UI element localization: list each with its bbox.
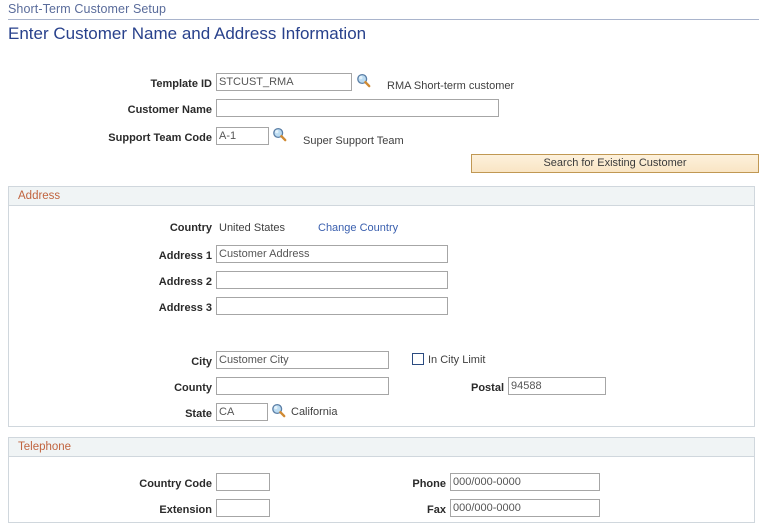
city-input[interactable]: [216, 351, 389, 369]
address2-label: Address 2: [158, 276, 212, 288]
page-title: Enter Customer Name and Address Informat…: [8, 24, 367, 43]
county-label: County: [174, 382, 212, 394]
template-id-label: Template ID: [150, 78, 212, 90]
postal-label: Postal: [470, 382, 504, 394]
phone-label: Phone: [412, 478, 446, 490]
phone-input[interactable]: [450, 473, 600, 491]
postal-input[interactable]: [508, 377, 606, 395]
template-id-description: RMA Short-term customer: [387, 80, 515, 92]
in-city-limit-checkbox[interactable]: [412, 353, 424, 365]
city-label: City: [191, 356, 212, 368]
support-team-code-lookup-icon[interactable]: [272, 127, 287, 142]
country-label: Country: [169, 222, 212, 234]
state-lookup-icon[interactable]: [271, 403, 286, 418]
customer-name-label: Customer Name: [127, 104, 212, 116]
country-code-label: Country Code: [139, 478, 212, 490]
address3-input[interactable]: [216, 297, 448, 315]
state-input[interactable]: [216, 403, 268, 421]
address-section-title: Address: [18, 190, 61, 202]
fax-label: Fax: [427, 504, 446, 516]
customer-name-input[interactable]: [216, 99, 499, 117]
in-city-limit-label: In City Limit: [428, 354, 486, 366]
country-code-input[interactable]: [216, 473, 270, 491]
change-country-link[interactable]: Change Country: [318, 221, 398, 235]
telephone-section-title: Telephone: [18, 441, 72, 453]
state-description: California: [291, 406, 338, 418]
address1-label: Address 1: [158, 250, 212, 262]
address2-input[interactable]: [216, 271, 448, 289]
telephone-panel-header: [9, 438, 754, 457]
support-team-code-description: Super Support Team: [303, 135, 404, 147]
support-team-code-input[interactable]: [216, 127, 269, 145]
address1-input[interactable]: [216, 245, 448, 263]
state-label: State: [185, 408, 212, 420]
country-value: United States: [219, 222, 286, 234]
search-for-existing-customer-button[interactable]: Search for Existing Customer: [471, 154, 759, 173]
extension-label: Extension: [159, 504, 212, 516]
breadcrumb[interactable]: Short-Term Customer Setup: [8, 2, 166, 16]
fax-input[interactable]: [450, 499, 600, 517]
address-panel-header: [9, 187, 754, 206]
address3-label: Address 3: [158, 302, 212, 314]
template-id-lookup-icon[interactable]: [356, 73, 371, 88]
extension-input[interactable]: [216, 499, 270, 517]
template-id-input[interactable]: [216, 73, 352, 91]
breadcrumb-divider: [8, 19, 759, 20]
support-team-code-label: Support Team Code: [108, 132, 212, 144]
county-input[interactable]: [216, 377, 389, 395]
